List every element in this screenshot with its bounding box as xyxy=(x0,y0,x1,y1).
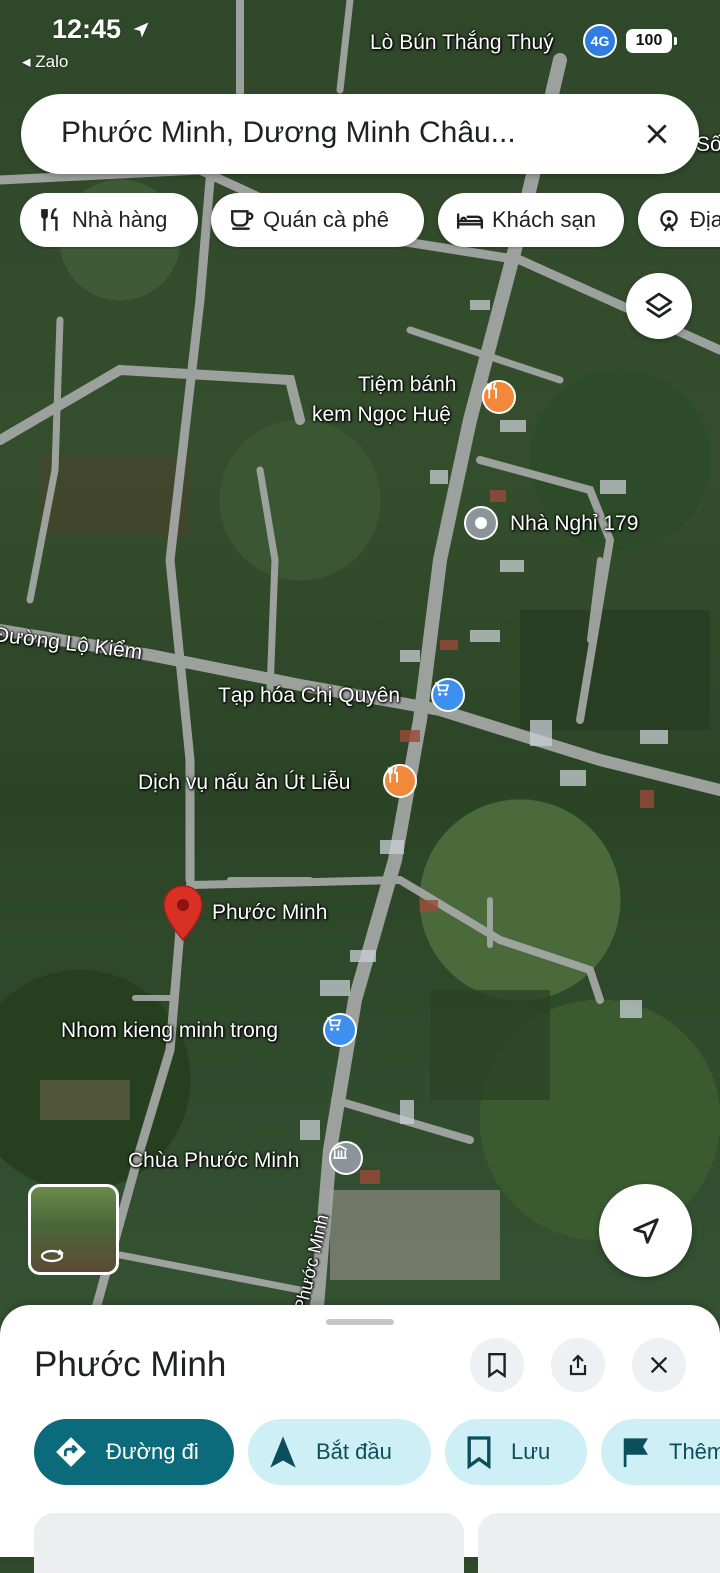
poi-label-tiem-banh-line1[interactable]: Tiệm bánh xyxy=(358,372,456,398)
more-label: Thêm xyxy=(669,1439,720,1464)
close-sheet-button[interactable] xyxy=(632,1338,686,1392)
info-card[interactable] xyxy=(478,1513,720,1573)
save-button[interactable]: Lưu xyxy=(445,1419,587,1485)
save-bookmark-button[interactable] xyxy=(470,1338,524,1392)
bookmark-icon xyxy=(488,1352,506,1378)
poi-label-tap-hoa[interactable]: Tạp hóa Chị Quyên xyxy=(218,683,400,709)
chip-attractions[interactable]: Địa xyxy=(638,193,720,247)
map-layers-button[interactable] xyxy=(626,273,692,339)
category-chips: Nhà hàng Quán cà phê Khách sạn Địa xyxy=(20,193,720,249)
restaurant-pin-icon[interactable] xyxy=(482,380,516,414)
selected-location-pin-icon[interactable] xyxy=(161,884,205,942)
network-4g-icon: 4G xyxy=(583,24,617,58)
start-navigation-button[interactable]: Bắt đầu xyxy=(248,1419,431,1485)
start-label: Bắt đầu xyxy=(316,1439,392,1464)
chip-label: Khách sạn xyxy=(492,207,596,232)
info-card[interactable] xyxy=(34,1513,464,1573)
chip-restaurants[interactable]: Nhà hàng xyxy=(20,193,198,247)
bookmark-icon xyxy=(467,1436,491,1469)
drag-handle[interactable] xyxy=(326,1319,394,1325)
chip-label: Nhà hàng xyxy=(72,207,168,232)
place-bottom-sheet[interactable]: Phước Minh Đường đi Bắt đầu Lưu Thêm xyxy=(0,1305,720,1573)
coffee-icon xyxy=(231,210,254,230)
lodging-pin-icon[interactable] xyxy=(464,506,498,540)
street-view-thumbnail[interactable] xyxy=(28,1184,119,1275)
close-icon xyxy=(650,1356,668,1374)
chip-label: Quán cà phê xyxy=(263,207,389,232)
save-label: Lưu xyxy=(511,1439,551,1464)
location-arrow-icon xyxy=(133,22,149,38)
clear-search-button[interactable] xyxy=(637,114,677,154)
back-to-app-link[interactable]: ◂ Zalo xyxy=(22,52,68,72)
temple-pin-icon[interactable] xyxy=(329,1141,363,1175)
poi-label-dich-vu[interactable]: Dịch vụ nấu ăn Út Liễu xyxy=(138,770,350,796)
poi-label-tiem-banh-line2[interactable]: kem Ngọc Huệ xyxy=(312,402,451,428)
close-icon xyxy=(647,124,667,144)
rotate-360-icon xyxy=(40,1249,64,1263)
my-location-button[interactable] xyxy=(599,1184,692,1277)
status-bar: 12:45 ◂ Zalo 4G 100 xyxy=(0,0,720,80)
battery-indicator: 100 xyxy=(626,29,677,53)
search-bar[interactable]: Phước Minh, Dương Minh Châu... xyxy=(21,94,699,174)
hotel-icon xyxy=(456,213,484,229)
poi-label-so: Số xyxy=(696,133,720,156)
layers-icon xyxy=(645,292,673,318)
search-query[interactable]: Phước Minh, Dương Minh Châu... xyxy=(61,116,516,150)
restaurant-icon xyxy=(41,207,58,231)
share-button[interactable] xyxy=(551,1338,605,1392)
chip-coffee[interactable]: Quán cà phê xyxy=(211,193,424,247)
chip-hotels[interactable]: Khách sạn xyxy=(438,193,624,247)
poi-label-nha-nghi[interactable]: Nhà Nghỉ 179 xyxy=(510,511,638,537)
poi-label-nhom-kieng[interactable]: Nhom kieng minh trong xyxy=(61,1018,278,1044)
directions-label: Đường đi xyxy=(106,1439,199,1464)
poi-label-chua[interactable]: Chùa Phước Minh xyxy=(128,1148,299,1174)
shopping-cart-pin-icon[interactable] xyxy=(323,1013,357,1047)
shopping-cart-pin-icon[interactable] xyxy=(431,678,465,712)
more-button[interactable]: Thêm xyxy=(601,1419,720,1485)
clock: 12:45 xyxy=(52,14,151,45)
info-cards-row xyxy=(0,1513,720,1573)
flag-icon xyxy=(623,1438,648,1467)
place-title: Phước Minh xyxy=(34,1345,227,1384)
directions-button[interactable]: Đường đi xyxy=(34,1419,234,1485)
restaurant-pin-icon[interactable] xyxy=(383,764,417,798)
directions-icon xyxy=(56,1437,86,1467)
poi-label-phuoc-minh[interactable]: Phước Minh xyxy=(212,900,327,926)
navigation-arrow-icon xyxy=(632,1217,659,1244)
share-icon xyxy=(569,1354,587,1376)
attraction-icon xyxy=(660,210,678,232)
action-buttons-row: Đường đi Bắt đầu Lưu Thêm xyxy=(0,1419,720,1487)
navigation-icon xyxy=(270,1436,296,1468)
chip-label: Địa xyxy=(690,207,720,232)
